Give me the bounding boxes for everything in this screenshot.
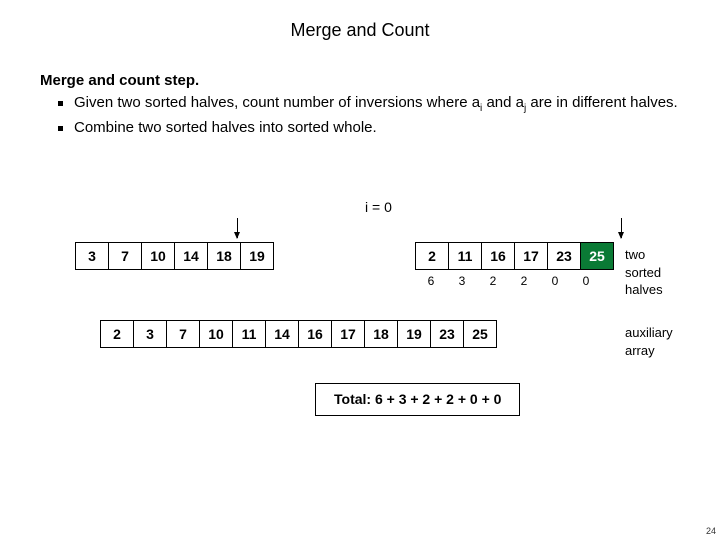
arrow-down-left-icon — [237, 218, 238, 238]
array-cell: 18 — [207, 242, 241, 270]
array-cell: 14 — [174, 242, 208, 270]
count-value: 3 — [446, 273, 478, 289]
count-value: 0 — [539, 273, 571, 289]
left-half-array: 3710141819 — [75, 242, 274, 270]
array-cell: 3 — [75, 242, 109, 270]
count-value: 0 — [570, 273, 602, 289]
array-cell: 16 — [298, 320, 332, 348]
array-cell: 2 — [415, 242, 449, 270]
bullet-list: Given two sorted halves, count number of… — [58, 93, 680, 138]
array-cell: 23 — [547, 242, 581, 270]
arrays-stage: i = 0 3710141819 21116172325 632200 2371… — [40, 198, 680, 458]
inversion-counts: 632200 — [415, 273, 602, 289]
array-cell: 10 — [199, 320, 233, 348]
array-cell: 17 — [331, 320, 365, 348]
arrow-down-right-icon — [621, 218, 622, 238]
step-header: Merge and count step. — [40, 71, 680, 91]
array-cell: 17 — [514, 242, 548, 270]
array-cell: 19 — [240, 242, 274, 270]
array-cell: 23 — [430, 320, 464, 348]
bullet-2: Combine two sorted halves into sorted wh… — [58, 118, 680, 138]
array-cell: 25 — [463, 320, 497, 348]
bullet-1-mid: and a — [482, 94, 524, 111]
right-half-array: 21116172325 — [415, 242, 614, 270]
label-auxiliary-array: auxiliary array — [625, 324, 680, 359]
array-cell: 19 — [397, 320, 431, 348]
total-box: Total: 6 + 3 + 2 + 2 + 0 + 0 — [315, 383, 520, 416]
count-value: 2 — [477, 273, 509, 289]
array-cell: 10 — [141, 242, 175, 270]
auxiliary-array: 237101114161718192325 — [100, 320, 497, 348]
array-cell: 7 — [166, 320, 200, 348]
bullet-1-pre: Given two sorted halves, count number of… — [74, 94, 480, 111]
page-number: 24 — [706, 526, 716, 536]
array-cell: 14 — [265, 320, 299, 348]
i-equals-label: i = 0 — [365, 198, 392, 217]
bullet-1-post: are in different halves. — [526, 94, 677, 111]
bullet-1: Given two sorted halves, count number of… — [58, 93, 680, 116]
array-cell: 2 — [100, 320, 134, 348]
array-cell: 7 — [108, 242, 142, 270]
array-cell: 25 — [580, 242, 614, 270]
array-cell: 16 — [481, 242, 515, 270]
count-value: 2 — [508, 273, 540, 289]
label-two-sorted-halves: two sorted halves — [625, 246, 680, 299]
count-value: 6 — [415, 273, 447, 289]
array-cell: 3 — [133, 320, 167, 348]
array-cell: 11 — [232, 320, 266, 348]
array-cell: 11 — [448, 242, 482, 270]
array-cell: 18 — [364, 320, 398, 348]
slide-title: Merge and Count — [0, 0, 720, 41]
body-text: Merge and count step. Given two sorted h… — [0, 41, 720, 458]
